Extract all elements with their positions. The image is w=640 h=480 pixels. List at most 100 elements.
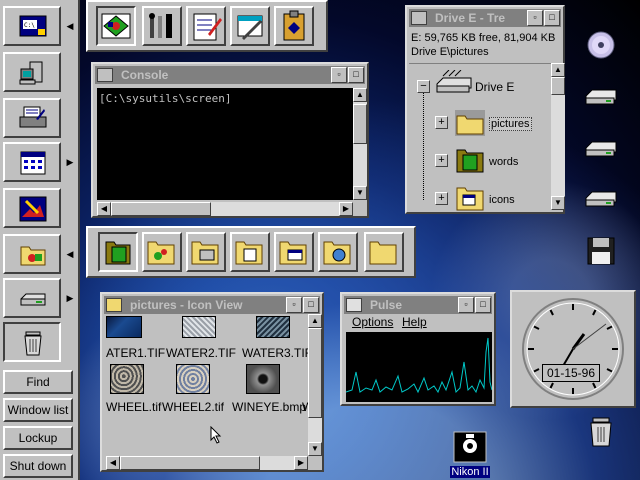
tree-toggle[interactable]: +	[435, 116, 448, 129]
floppy-disk-icon[interactable]	[586, 236, 616, 266]
scroll-thumb[interactable]	[308, 328, 322, 418]
tree-item-drive-e[interactable]: Drive E	[475, 80, 514, 94]
os2-window-button[interactable]: C:\	[3, 6, 61, 46]
tray-button-5[interactable]	[274, 6, 314, 46]
drive-d-icon[interactable]	[584, 138, 618, 160]
nikon-desktop-icon[interactable]: Nikon II	[450, 430, 490, 478]
tray-button-1[interactable]	[96, 6, 136, 46]
scroll-thumb[interactable]	[120, 456, 260, 470]
scroll-down-button[interactable]: ▼	[551, 196, 565, 210]
file-label[interactable]: WATER3.TIF	[242, 346, 308, 360]
file-label[interactable]: WINEYE.bmp	[232, 400, 306, 414]
console-output[interactable]: [C:\sysutils\screen]	[97, 88, 353, 200]
file-label[interactable]: ATER1.TIF	[106, 346, 165, 360]
find-button[interactable]: Find	[3, 370, 73, 394]
tray-button-3[interactable]	[186, 6, 226, 46]
system-menu-button[interactable]	[411, 11, 427, 25]
thumbnail-wheel2[interactable]	[176, 364, 210, 394]
lockup-button[interactable]: Lockup	[3, 426, 73, 450]
system-menu-button[interactable]	[346, 298, 362, 312]
maximize-button[interactable]: □	[475, 297, 491, 313]
thumbnail-water3[interactable]	[256, 316, 290, 338]
drive-vertical-scrollbar[interactable]: ▲ ▼	[551, 63, 565, 210]
tree-item-words[interactable]: words	[489, 156, 518, 168]
folder-tray-button-3[interactable]	[186, 232, 226, 272]
minimize-button[interactable]: ▫	[458, 297, 474, 313]
drive-button[interactable]	[3, 278, 61, 318]
folder-tray-button-5[interactable]	[274, 232, 314, 272]
file-label[interactable]: WHEEL.tif	[106, 400, 161, 414]
console-horizontal-scrollbar[interactable]: ◀ ▶	[97, 202, 353, 216]
scroll-up-button[interactable]: ▲	[308, 314, 322, 328]
minimize-button[interactable]: ▫	[331, 67, 347, 83]
pictures-vertical-scrollbar[interactable]: ▲ ▼	[308, 314, 322, 456]
scroll-right-button[interactable]: ▶	[294, 456, 308, 470]
scroll-up-button[interactable]: ▲	[353, 88, 367, 102]
file-label[interactable]: WHEEL2.tif	[162, 400, 224, 414]
maximize-button[interactable]: □	[348, 67, 364, 83]
drawer-arrow[interactable]: ▶	[66, 156, 74, 168]
pulse-menubar: Options Help	[344, 314, 492, 330]
window-list-button[interactable]: Window list	[3, 398, 73, 422]
drive-c-icon[interactable]	[584, 86, 618, 108]
menu-help[interactable]: Help	[402, 314, 427, 330]
folder-tray-button-6[interactable]	[318, 232, 358, 272]
folder-tray-button-7[interactable]	[364, 232, 404, 272]
tray-button-4[interactable]	[230, 6, 270, 46]
pictures-horizontal-scrollbar[interactable]: ◀ ▶	[106, 456, 308, 470]
drawer-arrow[interactable]: ▶	[66, 292, 74, 304]
scroll-down-button[interactable]: ▼	[308, 442, 322, 456]
thumbnail-water1[interactable]	[106, 316, 142, 338]
system-setup-button[interactable]	[3, 52, 61, 92]
pulse-titlebar[interactable]: Pulse ▫ □	[344, 296, 492, 314]
console-titlebar[interactable]: Console ▫ □	[95, 66, 365, 84]
tree-item-icons[interactable]: icons	[489, 194, 515, 206]
icons-folder-icon	[456, 187, 484, 211]
tray-button-2[interactable]	[142, 6, 182, 46]
file-label[interactable]: WATER2.TIF	[166, 346, 236, 360]
scroll-down-button[interactable]: ▼	[353, 186, 367, 200]
scroll-thumb[interactable]	[111, 202, 211, 216]
shredder-button[interactable]	[3, 322, 61, 362]
cd-rom-icon[interactable]	[586, 30, 616, 60]
drawer-arrow[interactable]: ◀	[66, 20, 74, 32]
minimize-button[interactable]: ▫	[527, 10, 543, 26]
drawer-arrow[interactable]: ◀	[66, 248, 74, 260]
folders-button[interactable]	[3, 234, 61, 274]
folder-tray-button-2[interactable]	[142, 232, 182, 272]
tree-toggle[interactable]: +	[435, 154, 448, 167]
print-button[interactable]	[3, 98, 61, 138]
tree-toggle[interactable]: +	[435, 192, 448, 205]
thumbnail-wineye[interactable]	[246, 364, 280, 394]
system-menu-button[interactable]	[106, 298, 122, 312]
scroll-right-button[interactable]: ▶	[339, 202, 353, 216]
tree-toggle[interactable]: −	[417, 80, 430, 93]
folder-tray-button-4[interactable]	[230, 232, 270, 272]
system-menu-button[interactable]	[97, 68, 113, 82]
scroll-up-button[interactable]: ▲	[551, 63, 565, 77]
thumbnail-water2[interactable]	[182, 316, 216, 338]
minimize-button[interactable]: ▫	[286, 297, 302, 313]
mouse-pointer-icon	[210, 426, 222, 444]
templates-button[interactable]	[3, 142, 61, 182]
shredder-desktop-icon[interactable]	[588, 416, 614, 448]
scroll-left-button[interactable]: ◀	[97, 202, 111, 216]
pictures-titlebar[interactable]: pictures - Icon View ▫ □	[104, 296, 320, 314]
scroll-left-button[interactable]: ◀	[106, 456, 120, 470]
paint-button[interactable]	[3, 188, 61, 228]
drive-status: E: 59,765 KB free, 81,904 KB Drive E\pic…	[411, 31, 555, 59]
console-vertical-scrollbar[interactable]: ▲ ▼	[353, 88, 367, 200]
words-folder-icon	[456, 149, 484, 173]
empty-folder-icon	[369, 241, 397, 265]
drive-titlebar[interactable]: Drive E - Tre ▫ □	[409, 9, 561, 27]
folder-tray-button-1[interactable]	[98, 232, 138, 272]
scroll-thumb[interactable]	[551, 77, 565, 95]
drive-e-icon[interactable]	[584, 188, 618, 210]
maximize-button[interactable]: □	[544, 10, 560, 26]
tree-item-pictures[interactable]: pictures	[489, 117, 532, 131]
thumbnail-wheel[interactable]	[110, 364, 144, 394]
scroll-thumb[interactable]	[353, 104, 367, 144]
shut-down-button[interactable]: Shut down	[3, 454, 73, 478]
maximize-button[interactable]: □	[303, 297, 319, 313]
menu-options[interactable]: Options	[352, 314, 393, 330]
